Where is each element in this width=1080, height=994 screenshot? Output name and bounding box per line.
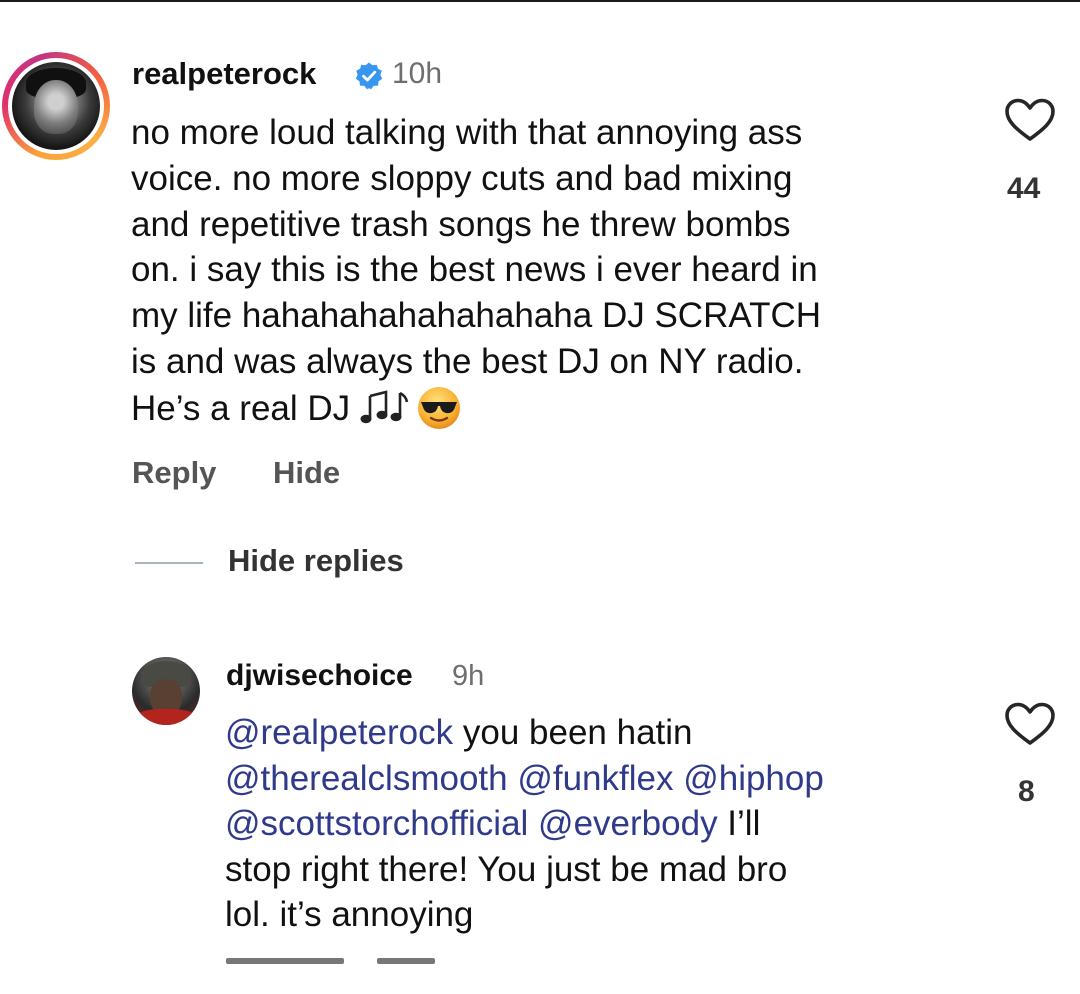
reply-like-heart-icon[interactable] bbox=[1004, 702, 1056, 746]
reply-button[interactable]: Reply bbox=[132, 455, 216, 491]
hide-replies-button[interactable]: Hide replies bbox=[228, 543, 404, 579]
musical-notes-icon bbox=[360, 390, 409, 423]
like-count: 44 bbox=[1007, 172, 1041, 205]
reply-like-count: 8 bbox=[1018, 775, 1035, 808]
like-heart-icon[interactable] bbox=[1004, 98, 1056, 142]
top-divider bbox=[0, 0, 1080, 2]
sunglasses-emoji-icon bbox=[417, 386, 460, 429]
reply-username[interactable]: djwisechoice bbox=[226, 659, 413, 693]
replies-divider bbox=[135, 562, 203, 564]
reply-avatar[interactable] bbox=[132, 657, 200, 725]
mention-link[interactable]: @realpeterock bbox=[225, 713, 453, 752]
verified-badge-icon bbox=[355, 62, 383, 90]
reply-text: @realpeterock you been hatin @therealcls… bbox=[225, 710, 985, 938]
reply-timestamp: 9h bbox=[452, 660, 485, 692]
reply-text-segment: you been hatin bbox=[462, 713, 693, 752]
comment-text: no more loud talking with that annoying … bbox=[131, 110, 981, 432]
comment-body: no more loud talking with that annoying … bbox=[131, 113, 822, 428]
comment-username[interactable]: realpeterock bbox=[132, 56, 316, 92]
hide-button[interactable]: Hide bbox=[273, 455, 340, 491]
story-ring-avatar[interactable] bbox=[2, 52, 110, 160]
reply-actions-cutoff bbox=[226, 958, 435, 994]
comment-timestamp: 10h bbox=[392, 57, 443, 90]
avatar bbox=[12, 62, 100, 150]
